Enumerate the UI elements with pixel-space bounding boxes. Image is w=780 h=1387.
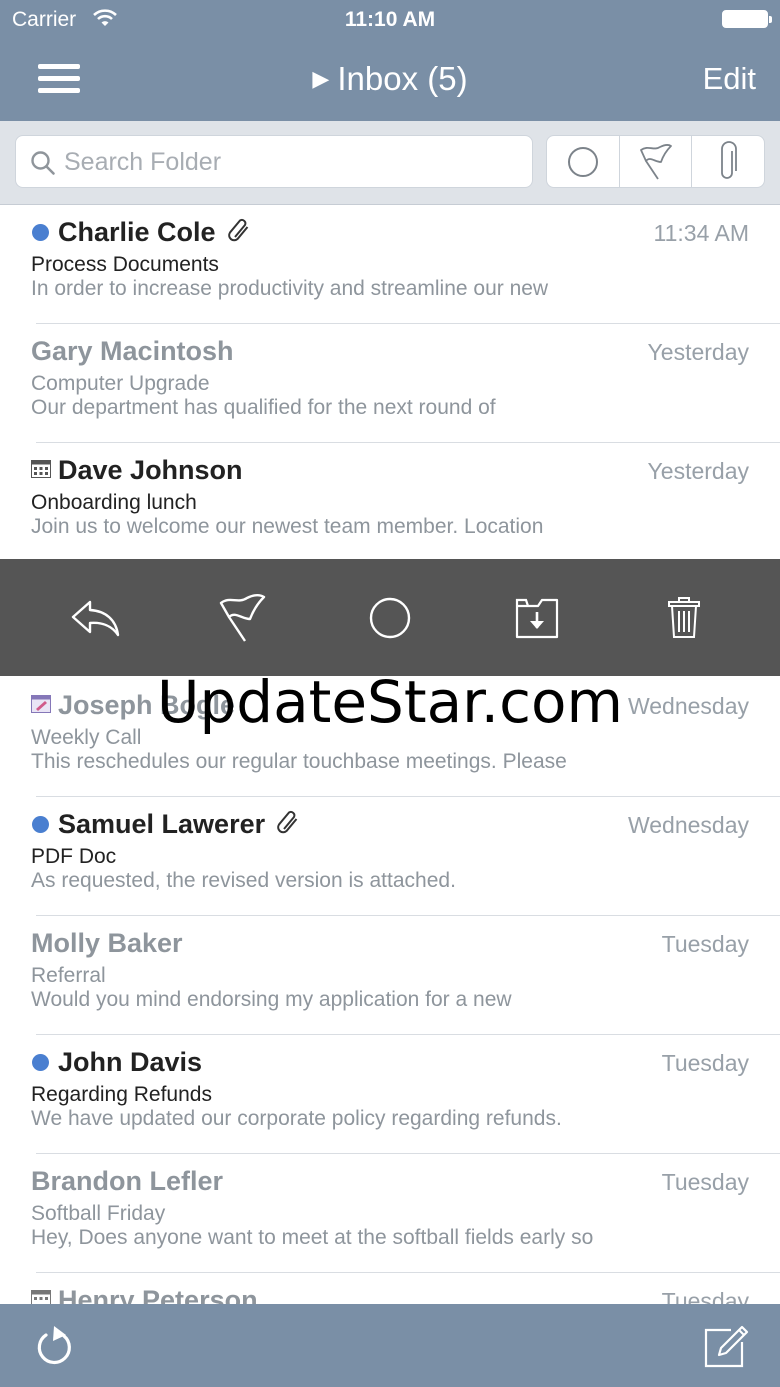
sender-name: Samuel Lawerer bbox=[58, 809, 266, 839]
attachment-icon bbox=[226, 217, 252, 250]
search-icon bbox=[30, 150, 56, 181]
message-row[interactable]: John Davis Tuesday Regarding Refunds We … bbox=[0, 1035, 780, 1154]
sender-group: Charlie Cole bbox=[58, 217, 252, 250]
calendar-icon bbox=[31, 460, 51, 483]
sender-name: Charlie Cole bbox=[58, 217, 216, 247]
sender-name: Molly Baker bbox=[31, 928, 183, 958]
sender-group: Samuel Lawerer bbox=[58, 809, 301, 842]
refresh-icon[interactable] bbox=[34, 1324, 76, 1373]
unread-dot-icon bbox=[32, 1054, 49, 1071]
filter-segment bbox=[546, 135, 765, 188]
message-subject: Computer Upgrade bbox=[31, 372, 210, 395]
message-row[interactable]: Dave Johnson Yesterday Onboarding lunch … bbox=[0, 443, 780, 562]
sender-name: Brandon Lefler bbox=[31, 1166, 224, 1196]
attachment-filter-icon[interactable] bbox=[692, 136, 764, 187]
message-row[interactable]: Molly Baker Tuesday Referral Would you m… bbox=[0, 916, 780, 1035]
search-field[interactable] bbox=[15, 135, 533, 188]
sender-name: Gary Macintosh bbox=[31, 336, 234, 366]
mark-unread-icon[interactable] bbox=[355, 583, 425, 653]
battery-icon bbox=[722, 10, 772, 28]
sender-name: John Davis bbox=[58, 1047, 203, 1077]
reply-icon[interactable] bbox=[61, 583, 131, 653]
search-input[interactable] bbox=[64, 144, 524, 180]
search-bar bbox=[0, 121, 780, 205]
status-bar: Carrier 11:10 AM bbox=[0, 0, 780, 40]
message-row[interactable]: Charlie Cole 11:34 AM Process Documents … bbox=[0, 205, 780, 324]
message-preview: Hey, Does anyone want to meet at the sof… bbox=[31, 1226, 594, 1249]
message-time: Tuesday bbox=[661, 931, 749, 957]
flag-icon[interactable] bbox=[208, 583, 278, 653]
unread-dot-icon bbox=[32, 224, 49, 241]
message-preview: Join us to welcome our newest team membe… bbox=[31, 515, 544, 538]
message-subject: Process Documents bbox=[31, 253, 219, 276]
message-time: Yesterday bbox=[647, 339, 749, 365]
edit-button[interactable]: Edit bbox=[703, 61, 756, 97]
message-subject: Referral bbox=[31, 964, 106, 987]
message-preview: In order to increase productivity and st… bbox=[31, 277, 549, 300]
message-row[interactable]: Brandon Lefler Tuesday Softball Friday H… bbox=[0, 1154, 780, 1273]
message-row[interactable]: Samuel Lawerer Wednesday PDF Doc As requ… bbox=[0, 797, 780, 916]
unread-filter-icon[interactable] bbox=[547, 136, 620, 187]
message-subject: Onboarding lunch bbox=[31, 491, 197, 514]
message-time: Wednesday bbox=[627, 812, 749, 838]
move-folder-icon[interactable] bbox=[502, 583, 572, 653]
watermark: UpdateStar.com bbox=[157, 668, 623, 736]
page-title[interactable]: ▶ Inbox (5) bbox=[0, 60, 780, 98]
message-preview: Would you mind endorsing my application … bbox=[31, 988, 512, 1011]
bottom-toolbar bbox=[0, 1304, 780, 1387]
message-subject: PDF Doc bbox=[31, 845, 117, 868]
message-time: 11:34 AM bbox=[653, 220, 749, 246]
flag-filter-icon[interactable] bbox=[620, 136, 693, 187]
status-time: 11:10 AM bbox=[344, 8, 436, 31]
top-bar: Carrier 11:10 AM ▶ Inbox (5) Edit bbox=[0, 0, 780, 121]
message-preview: This reschedules our regular touchbase m… bbox=[31, 750, 567, 773]
folder-expand-icon: ▶ bbox=[312, 66, 330, 91]
message-preview: As requested, the revised version is att… bbox=[31, 869, 456, 892]
message-time: Tuesday bbox=[661, 1050, 749, 1076]
trash-icon[interactable] bbox=[649, 583, 719, 653]
message-preview: Our department has qualified for the nex… bbox=[31, 396, 496, 419]
attachment-icon bbox=[275, 809, 301, 842]
message-row[interactable]: Gary Macintosh Yesterday Computer Upgrad… bbox=[0, 324, 780, 443]
sender-name: Dave Johnson bbox=[58, 455, 243, 485]
message-preview: We have updated our corporate policy reg… bbox=[31, 1107, 562, 1130]
swipe-action-bar bbox=[0, 559, 780, 676]
unread-dot-icon bbox=[32, 816, 49, 833]
message-time: Tuesday bbox=[661, 1169, 749, 1195]
message-time: Yesterday bbox=[647, 458, 749, 484]
compose-icon[interactable] bbox=[703, 1324, 749, 1373]
message-subject: Regarding Refunds bbox=[31, 1083, 212, 1106]
message-subject: Softball Friday bbox=[31, 1202, 166, 1225]
inbox-title-label: Inbox (5) bbox=[337, 60, 468, 97]
